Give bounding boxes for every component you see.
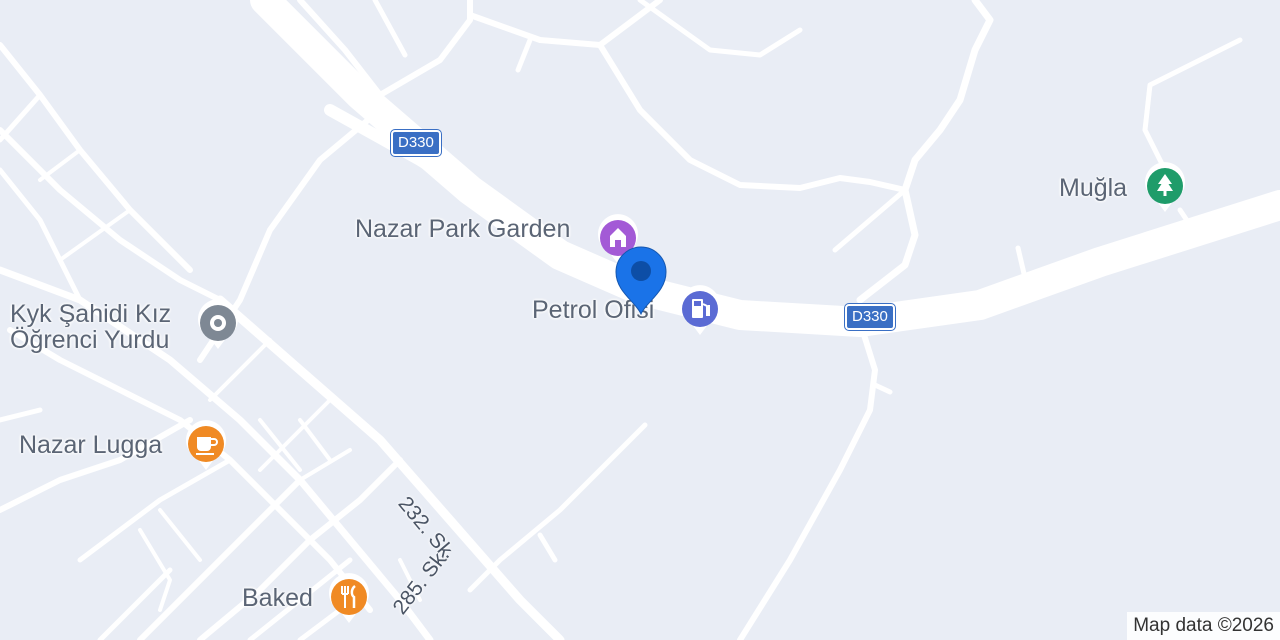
road: [637, 0, 803, 58]
road: [38, 148, 82, 182]
gas-station-icon[interactable]: [678, 285, 722, 337]
building-icon[interactable]: [196, 299, 240, 351]
road: [372, 0, 408, 58]
highway-shield-d330: D330: [391, 130, 441, 156]
poi-nazar-park-garden[interactable]: Nazar Park Garden: [355, 216, 570, 242]
poi-label: Muğla: [1059, 174, 1128, 202]
road: [1142, 37, 1243, 173]
coffee-cup-icon[interactable]: [184, 420, 228, 472]
road: [537, 532, 558, 563]
map-attribution: Map data ©2026: [1127, 612, 1280, 640]
poi-label: Nazar Lugga: [19, 431, 163, 459]
road: [467, 422, 648, 593]
location-pin-icon[interactable]: [612, 244, 670, 318]
road: [597, 42, 908, 193]
road: [872, 382, 893, 395]
road: [0, 92, 43, 143]
highway-shield-d330: D330: [845, 304, 895, 330]
road: [158, 508, 202, 562]
poi-nazar-lugga[interactable]: Nazar Lugga: [19, 432, 162, 458]
road: [77, 457, 233, 563]
map-canvas[interactable]: D330 D330 232. Sk. 285. Sk. Nazar Park G…: [0, 0, 1280, 640]
poi-label-line2: Öğrenci Yurdu: [10, 326, 170, 354]
road: [0, 167, 83, 303]
poi-mugla[interactable]: Muğla: [1059, 175, 1127, 201]
road: [467, 0, 663, 48]
poi-kyk-yurdu[interactable]: Kyk Şahidi Kız Öğrenci Yurdu: [10, 301, 171, 353]
poi-label-line1: Kyk Şahidi Kız: [10, 300, 172, 328]
poi-baked[interactable]: Baked: [242, 585, 313, 611]
road: [377, 0, 473, 98]
poi-label: Nazar Park Garden: [355, 215, 571, 243]
road: [97, 567, 173, 640]
fork-knife-icon[interactable]: [327, 573, 371, 625]
poi-label: Baked: [242, 584, 313, 612]
road: [832, 187, 908, 253]
road: [1015, 245, 1028, 281]
road: [856, 0, 994, 304]
road: [0, 407, 43, 423]
road: [737, 319, 878, 640]
park-tree-icon[interactable]: [1143, 162, 1187, 214]
road: [515, 37, 533, 73]
